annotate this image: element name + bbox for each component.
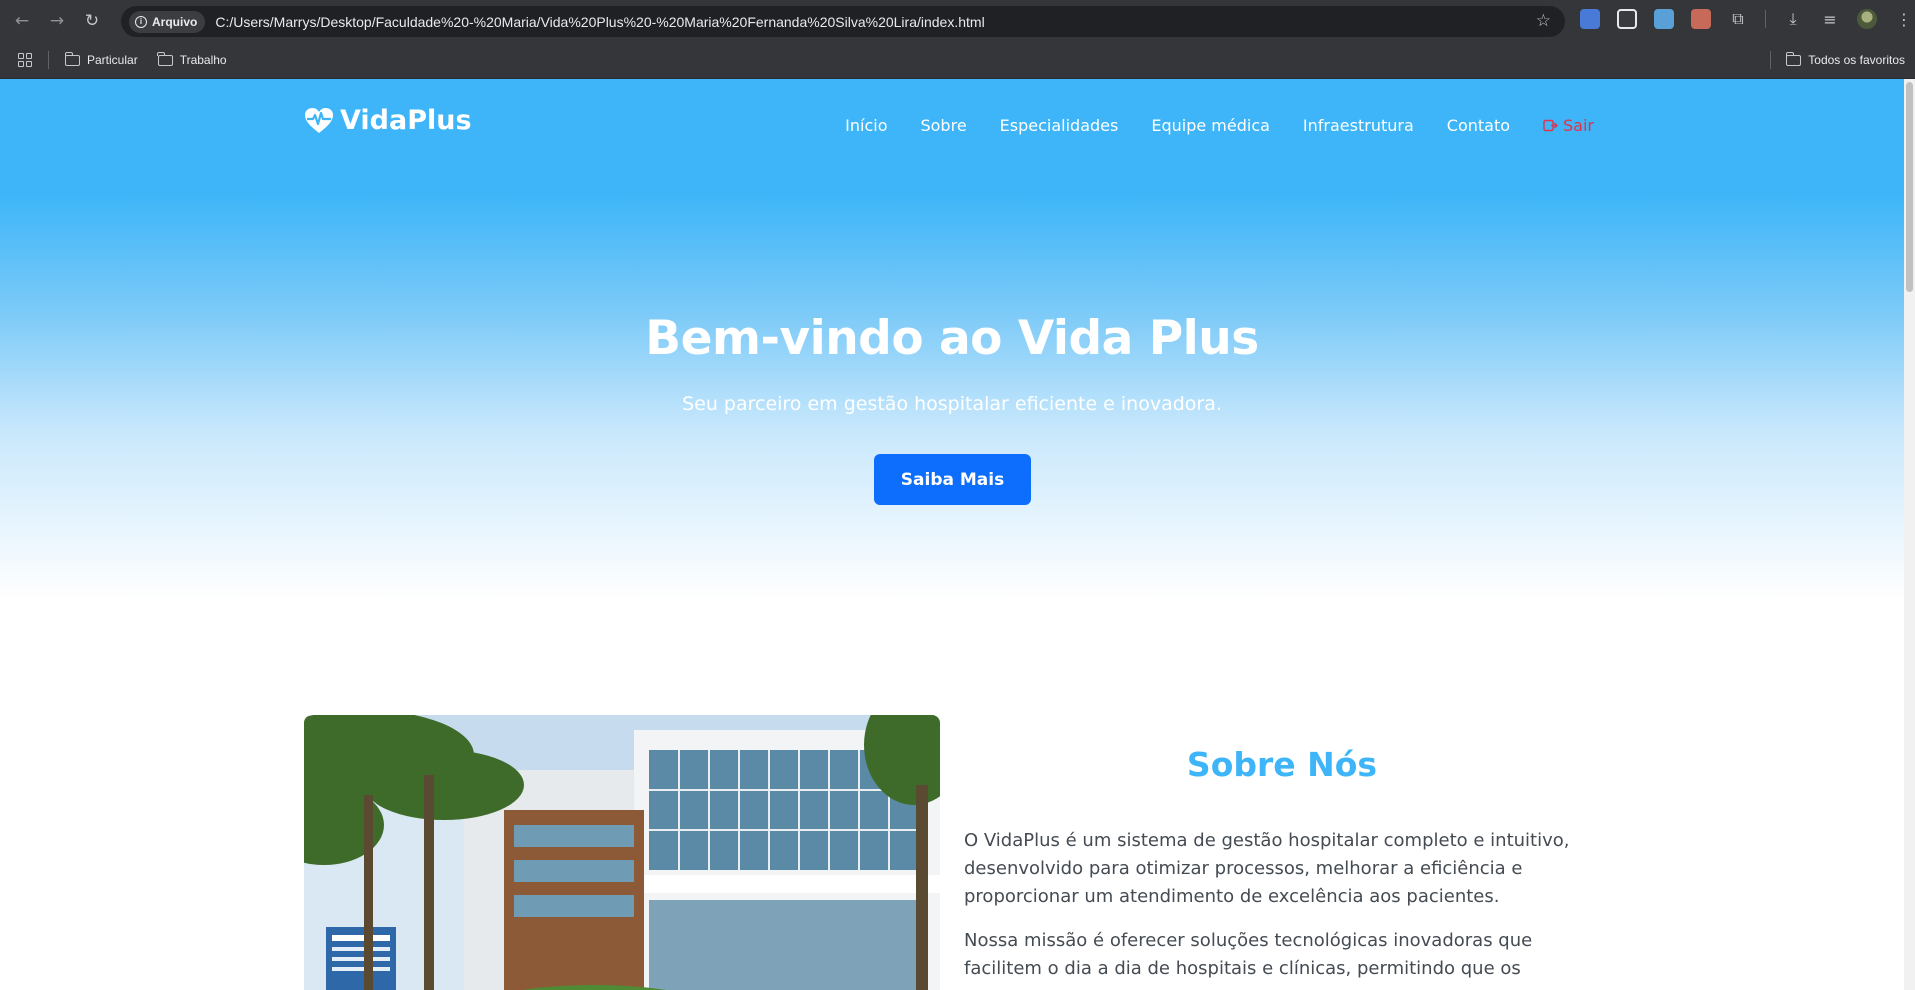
heart-pulse-icon — [305, 108, 333, 133]
learn-more-button[interactable]: Saiba Mais — [874, 454, 1031, 505]
about-paragraph: O VidaPlus é um sistema de gestão hospit… — [964, 830, 1570, 907]
site-logo[interactable]: VidaPlus — [304, 105, 472, 136]
hero-subtitle: Seu parceiro em gestão hospitalar eficie… — [682, 393, 1222, 415]
about-paragraph: Nossa missão é oferecer soluções tecnoló… — [964, 930, 1533, 979]
address-bar[interactable]: i Arquivo C:/Users/Marrys/Desktop/Faculd… — [121, 6, 1565, 37]
menu-icon[interactable]: ⋮ — [1894, 10, 1914, 29]
nav-link-inicio[interactable]: Início — [845, 116, 887, 135]
browser-toolbar: ← → ↻ i Arquivo C:/Users/Marrys/Desktop/… — [0, 0, 1915, 42]
logout-label: Sair — [1563, 116, 1594, 135]
download-icon[interactable]: ⤓ — [1783, 9, 1803, 29]
bookmarks-bar: Particular Trabalho Todos os favoritos — [0, 42, 1915, 79]
forward-icon[interactable]: → — [44, 8, 70, 34]
back-icon[interactable]: ← — [9, 8, 35, 34]
url-text[interactable]: C:/Users/Marrys/Desktop/Faculdade%20-%20… — [215, 14, 984, 30]
page-scrollbar[interactable] — [1904, 79, 1915, 990]
folder-icon — [64, 51, 80, 66]
all-bookmarks-button[interactable]: Todos os favoritos — [1785, 51, 1905, 67]
logout-icon — [1543, 119, 1559, 132]
folder-icon — [1785, 51, 1802, 66]
hospital-photo — [304, 715, 940, 990]
logo-text: VidaPlus — [340, 105, 472, 136]
folder-icon — [157, 51, 173, 66]
about-title: Sobre Nós — [1186, 745, 1378, 784]
profile-avatar[interactable] — [1857, 9, 1877, 29]
translate-extension-icon[interactable] — [1580, 9, 1600, 29]
bookmarks-divider — [48, 51, 49, 69]
window-extension-icon[interactable] — [1617, 9, 1637, 29]
site-chip-label: Arquivo — [152, 14, 198, 29]
hero-section: VidaPlus Início Sobre Especialidades Equ… — [0, 79, 1904, 599]
site-info-chip[interactable]: i Arquivo — [129, 10, 206, 33]
bookmark-star-icon[interactable]: ☆ — [1536, 11, 1551, 31]
puzzle-icon[interactable]: ⧉ — [1728, 9, 1748, 29]
nav-link-equipe-medica[interactable]: Equipe médica — [1151, 116, 1270, 135]
bookmark-folder-particular[interactable]: Particular — [64, 51, 138, 67]
nav-link-especialidades[interactable]: Especialidades — [1000, 116, 1119, 135]
bookmarks-divider — [1770, 51, 1771, 69]
screenshot-extension-icon[interactable] — [1691, 9, 1711, 29]
info-icon: i — [135, 15, 147, 28]
nav-link-contato[interactable]: Contato — [1447, 116, 1510, 135]
bookmark-folder-trabalho[interactable]: Trabalho — [157, 51, 227, 67]
bookmark-label: Trabalho — [179, 53, 227, 67]
nav-links: Início Sobre Especialidades Equipe médic… — [845, 116, 1594, 135]
extensions-area: ⧉ ⤓ ≡ ⋮ — [1580, 9, 1914, 29]
logout-link[interactable]: Sair — [1543, 116, 1594, 135]
site-navbar: VidaPlus Início Sobre Especialidades Equ… — [304, 103, 1594, 153]
media-icon[interactable]: ≡ — [1820, 10, 1840, 29]
nav-link-sobre[interactable]: Sobre — [920, 116, 966, 135]
reload-icon[interactable]: ↻ — [79, 8, 105, 34]
bookmark-label: Particular — [87, 53, 138, 67]
nav-link-infraestrutura[interactable]: Infraestrutura — [1303, 116, 1414, 135]
image-extension-icon[interactable] — [1654, 9, 1674, 29]
hero-title: Bem-vindo ao Vida Plus — [645, 311, 1259, 366]
toolbar-divider — [1765, 10, 1766, 28]
scrollbar-thumb[interactable] — [1906, 82, 1913, 292]
all-bookmarks-label: Todos os favoritos — [1808, 53, 1905, 67]
apps-grid-icon[interactable] — [18, 53, 32, 67]
page-viewport: VidaPlus Início Sobre Especialidades Equ… — [0, 79, 1904, 990]
